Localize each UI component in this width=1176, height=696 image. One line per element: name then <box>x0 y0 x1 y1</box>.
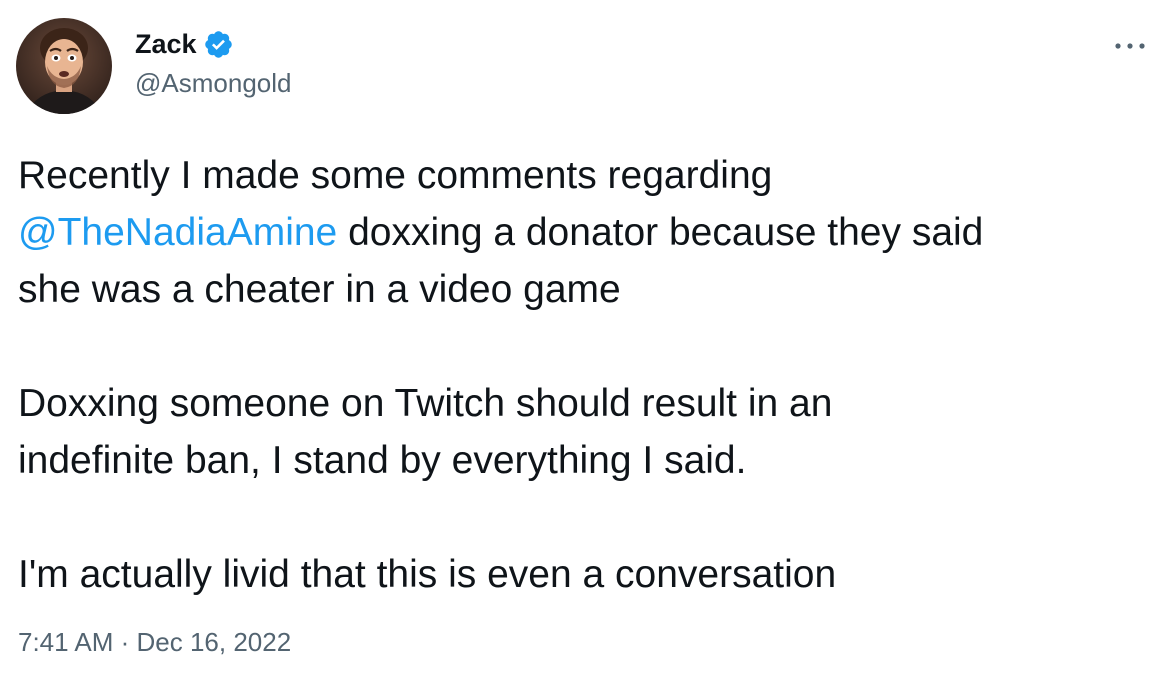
tweet: Zack @Asmongold Recently I made some com… <box>0 0 1176 696</box>
more-options-icon <box>1115 43 1145 49</box>
author-handle[interactable]: @Asmongold <box>135 66 291 100</box>
tweet-text-segment: indefinite ban, I stand by everything I … <box>18 439 747 482</box>
verified-badge-icon <box>203 29 234 60</box>
tweet-time[interactable]: 7:41 AM <box>18 627 113 657</box>
tweet-text-segment: I'm actually livid that this is even a c… <box>18 553 837 596</box>
tweet-text-line: Doxxing someone on Twitch should result … <box>18 375 1168 432</box>
avatar-image <box>16 18 112 114</box>
more-options-button[interactable] <box>1110 32 1150 60</box>
tweet-text-line: Recently I made some comments regarding <box>18 147 1168 204</box>
display-name[interactable]: Zack <box>135 27 197 61</box>
tweet-timestamp: 7:41 AM · Dec 16, 2022 <box>18 625 291 659</box>
tweet-date[interactable]: Dec 16, 2022 <box>137 627 292 657</box>
tweet-text-line: she was a cheater in a video game <box>18 261 1168 318</box>
tweet-text-line: I'm actually livid that this is even a c… <box>18 546 1168 603</box>
tweet-text: Recently I made some comments regarding @… <box>18 147 1168 603</box>
meta-separator: · <box>113 627 137 657</box>
tweet-text-segment: Doxxing someone on Twitch should result … <box>18 382 833 425</box>
tweet-text-line: @TheNadiaAmine doxxing a donator because… <box>18 204 1168 261</box>
avatar[interactable] <box>16 18 112 114</box>
tweet-text-segment: doxxing a donator because they said <box>337 211 984 254</box>
author-name-row: Zack <box>135 27 234 61</box>
tweet-text-segment: Recently I made some comments regarding <box>18 154 773 197</box>
mention-link[interactable]: @TheNadiaAmine <box>18 211 337 254</box>
tweet-text-line: indefinite ban, I stand by everything I … <box>18 432 1168 489</box>
tweet-text-segment: she was a cheater in a video game <box>18 268 621 311</box>
